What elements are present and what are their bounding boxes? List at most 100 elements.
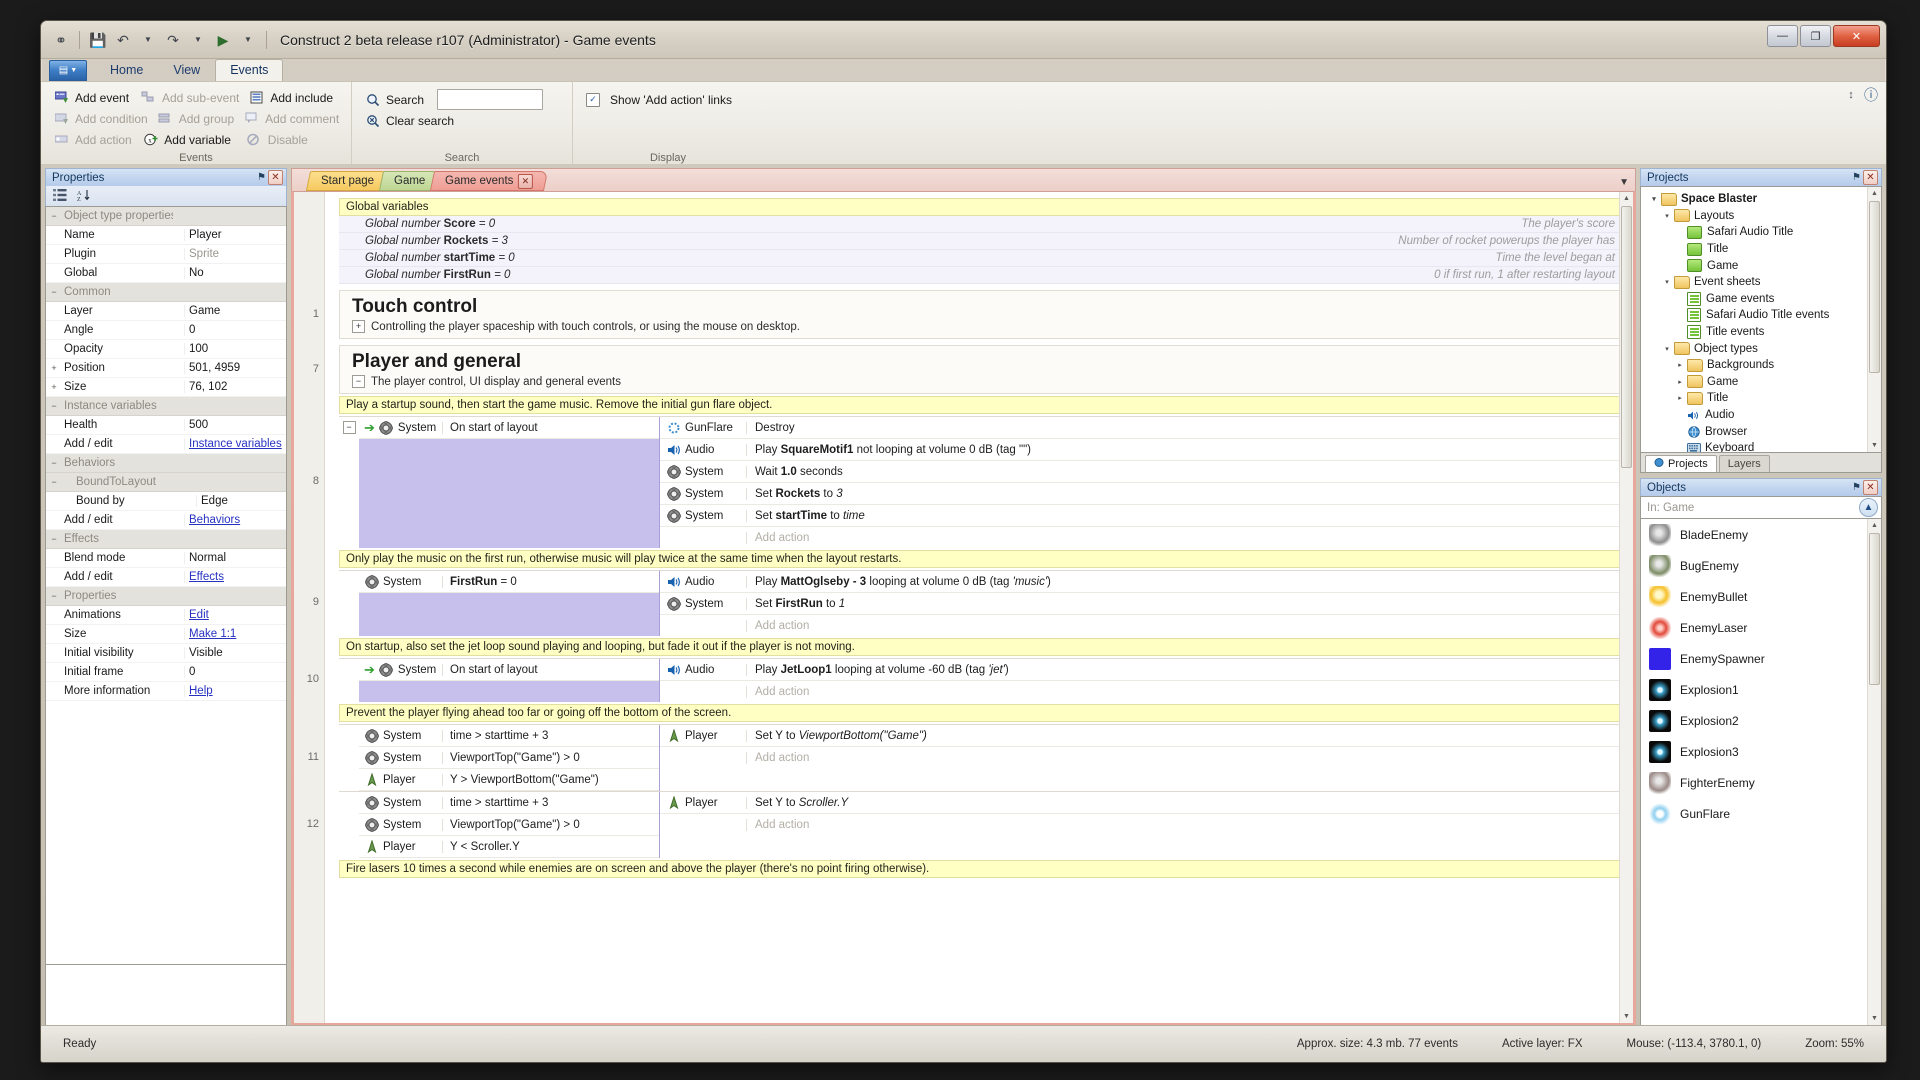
project-tree-item[interactable]: Safari Audio Title xyxy=(1641,224,1881,241)
object-list-item[interactable]: GunFlare xyxy=(1641,798,1881,829)
property-value[interactable]: Game xyxy=(184,305,286,317)
document-tab-start-page[interactable]: Start page xyxy=(306,171,389,191)
event-action-row[interactable]: GunFlareDestroy xyxy=(660,417,1621,439)
property-group-row[interactable]: −Effects xyxy=(46,530,286,549)
property-value[interactable]: 76, 102 xyxy=(184,381,286,393)
property-value[interactable]: Visible xyxy=(184,647,286,659)
property-value[interactable]: Make 1:1 xyxy=(184,628,286,640)
add-action-link[interactable]: Add action xyxy=(746,532,1621,544)
scroll-down-icon[interactable]: ▼ xyxy=(1620,1010,1633,1023)
scrollbar-thumb[interactable] xyxy=(1869,201,1880,373)
add-variable-button[interactable]: x Add variable xyxy=(140,132,244,148)
expander-icon[interactable]: − xyxy=(352,375,365,388)
object-list-item[interactable]: EnemyLaser xyxy=(1641,612,1881,643)
project-tree-item[interactable]: Title xyxy=(1641,241,1881,258)
event-block[interactable]: ➔SystemOn start of layoutAudioPlay JetLo… xyxy=(339,658,1621,702)
app-icon[interactable]: ⚭ xyxy=(51,30,71,50)
object-list-item[interactable]: Explosion2 xyxy=(1641,705,1881,736)
event-comment[interactable]: Play a startup sound, then start the gam… xyxy=(339,396,1621,414)
property-value[interactable]: 500 xyxy=(184,419,286,431)
expander-icon[interactable]: − xyxy=(46,534,62,544)
event-sheet-scroll-area[interactable]: Global variablesGlobal number Score = 0T… xyxy=(325,192,1633,1023)
event-action-row[interactable]: SystemSet Rockets to 3 xyxy=(660,483,1621,505)
pin-icon[interactable]: ⚑ xyxy=(1850,171,1863,184)
maximize-button[interactable]: ❐ xyxy=(1800,25,1831,47)
tab-view[interactable]: View xyxy=(158,59,215,81)
property-row[interactable]: Add / editInstance variables xyxy=(46,435,286,454)
property-value[interactable]: 501, 4959 xyxy=(184,362,286,374)
qat-dropdown-icon[interactable]: ▼ xyxy=(238,30,258,50)
pin-icon[interactable]: ⚑ xyxy=(255,171,268,184)
expander-icon[interactable]: − xyxy=(46,287,62,297)
event-condition-row[interactable]: SystemViewportTop("Game") > 0 xyxy=(359,814,659,836)
go-up-folder-button[interactable]: ▲ xyxy=(1859,498,1878,517)
twisty-icon[interactable]: ▸ xyxy=(1673,361,1687,369)
property-row[interactable]: Initial visibilityVisible xyxy=(46,644,286,663)
object-list-item[interactable]: BladeEnemy xyxy=(1641,519,1881,550)
property-group-row[interactable]: −Object type properties xyxy=(46,207,286,226)
project-tree-item[interactable]: Game events xyxy=(1641,291,1881,308)
event-action-row[interactable]: SystemWait 1.0 seconds xyxy=(660,461,1621,483)
add-action-row[interactable]: Add action xyxy=(660,615,1621,636)
event-comment[interactable]: Prevent the player flying ahead too far … xyxy=(339,704,1621,722)
property-value[interactable]: Edge xyxy=(196,495,286,507)
property-row[interactable]: Opacity100 xyxy=(46,340,286,359)
event-expander-column[interactable] xyxy=(339,571,359,636)
event-action-row[interactable]: PlayerSet Y to Scroller.Y xyxy=(660,792,1621,814)
property-row[interactable]: LayerGame xyxy=(46,302,286,321)
property-row[interactable]: Add / editEffects xyxy=(46,568,286,587)
property-value[interactable]: Edit xyxy=(184,609,286,621)
property-group-row[interactable]: −Properties xyxy=(46,587,286,606)
object-list-item[interactable]: EnemySpawner xyxy=(1641,643,1881,674)
sort-alpha-icon[interactable]: AZ xyxy=(77,189,91,204)
close-icon[interactable]: ✕ xyxy=(1863,480,1878,495)
add-action-row[interactable]: Add action xyxy=(660,814,1621,835)
add-action-link[interactable]: Add action xyxy=(746,752,1621,764)
add-event-button[interactable]: Add event xyxy=(51,90,138,106)
property-row[interactable]: More informationHelp xyxy=(46,682,286,701)
categorized-icon[interactable] xyxy=(53,189,67,204)
object-list-item[interactable]: BugEnemy xyxy=(1641,550,1881,581)
property-value[interactable]: 0 xyxy=(184,666,286,678)
add-action-button[interactable]: Add action xyxy=(51,132,140,148)
add-action-row[interactable]: Add action xyxy=(660,681,1621,702)
object-list-item[interactable]: FighterEnemy xyxy=(1641,767,1881,798)
expander-icon[interactable]: + xyxy=(46,363,62,373)
property-value[interactable]: Behaviors xyxy=(184,514,286,526)
close-icon[interactable]: ✕ xyxy=(1863,170,1878,185)
scrollbar-thumb[interactable] xyxy=(1869,533,1880,685)
preview-icon[interactable]: ▶ xyxy=(213,30,233,50)
property-value[interactable]: Instance variables xyxy=(184,438,286,450)
event-expander-column[interactable] xyxy=(339,792,359,858)
add-action-link[interactable]: Add action xyxy=(746,819,1621,831)
property-row[interactable]: +Size76, 102 xyxy=(46,378,286,397)
property-value[interactable]: Help xyxy=(184,685,286,697)
object-list-item[interactable]: Explosion1 xyxy=(1641,674,1881,705)
event-action-row[interactable]: AudioPlay MattOglseby - 3 looping at vol… xyxy=(660,571,1621,593)
project-tree-item[interactable]: Safari Audio Title events xyxy=(1641,307,1881,324)
event-condition-row[interactable]: PlayerY < Scroller.Y xyxy=(359,836,659,858)
tab-home[interactable]: Home xyxy=(95,59,158,81)
project-tree-item[interactable]: ▸Backgrounds xyxy=(1641,357,1881,374)
property-value[interactable]: Effects xyxy=(184,571,286,583)
objects-list[interactable]: BladeEnemyBugEnemyEnemyBulletEnemyLaserE… xyxy=(1640,518,1882,1026)
event-condition-row[interactable]: ➔SystemOn start of layout xyxy=(359,659,659,681)
property-row[interactable]: Add / editBehaviors xyxy=(46,511,286,530)
twisty-icon[interactable]: ▾ xyxy=(1660,212,1674,220)
global-variable-row[interactable]: Global number Rockets = 3Number of rocke… xyxy=(339,233,1621,250)
event-action-row[interactable]: SystemSet FirstRun to 1 xyxy=(660,593,1621,615)
property-row[interactable]: NamePlayer xyxy=(46,226,286,245)
property-row[interactable]: Blend modeNormal xyxy=(46,549,286,568)
scroll-down-icon[interactable]: ▼ xyxy=(1868,439,1881,452)
property-row[interactable]: Health500 xyxy=(46,416,286,435)
search-input[interactable] xyxy=(437,89,543,110)
event-sheet-scrollbar[interactable]: ▲ ▼ xyxy=(1619,192,1633,1023)
property-group-row[interactable]: −Common xyxy=(46,283,286,302)
property-value[interactable]: 100 xyxy=(184,343,286,355)
add-action-row[interactable]: Add action xyxy=(660,747,1621,768)
project-tree-item[interactable]: Title events xyxy=(1641,324,1881,341)
event-condition-row[interactable]: PlayerY > ViewportBottom("Game") xyxy=(359,769,659,791)
property-value[interactable]: Normal xyxy=(184,552,286,564)
event-condition-row[interactable]: SystemFirstRun = 0 xyxy=(359,571,659,593)
event-condition-row[interactable]: ➔SystemOn start of layout xyxy=(359,417,659,439)
